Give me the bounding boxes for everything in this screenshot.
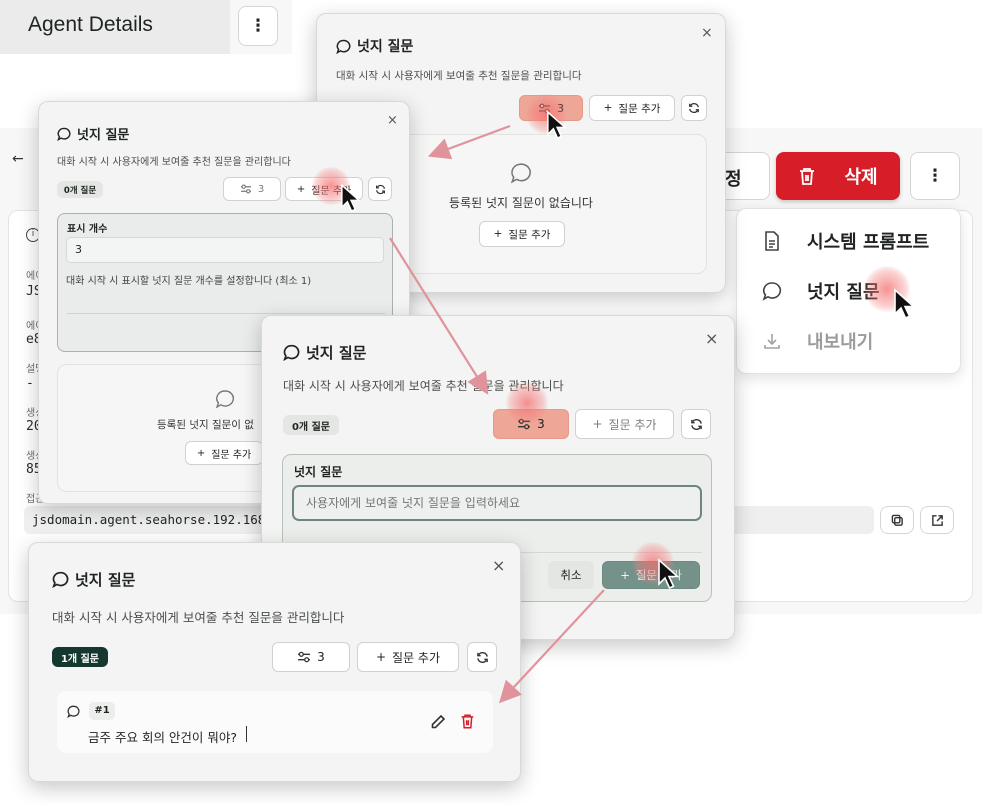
menu-item-nudge-questions[interactable]: 넛지 질문 (737, 266, 962, 316)
back-arrow-icon[interactable]: ← (12, 151, 24, 167)
empty-add-question-button[interactable]: + 질문 추가 (479, 221, 565, 247)
sliders-icon (240, 184, 251, 194)
header-bar: Agent Details ⋮ (0, 0, 292, 54)
close-icon[interactable]: × (705, 329, 718, 348)
open-external-button[interactable] (920, 506, 954, 534)
display-count-button[interactable]: 3 (223, 177, 281, 201)
plus-icon: + (592, 417, 603, 431)
setting-help-text: 대화 시작 시 표시할 넛지 질문 개수를 설정합니다 (최소 1) (66, 276, 312, 287)
more-vertical-icon: ⋮ (249, 16, 267, 36)
menu-item-label: 내보내기 (807, 332, 874, 353)
modal-description: 대화 시작 시 사용자에게 보여줄 추천 질문을 관리합니다 (336, 70, 582, 82)
refresh-icon (476, 651, 488, 663)
plus-icon: + (603, 102, 613, 114)
plus-icon: + (296, 183, 306, 195)
more-options-menu: 시스템 프롬프트 넛지 질문 내보내기 (736, 208, 961, 374)
add-question-button[interactable]: + 질문 추가 (357, 642, 459, 672)
modal-description: 대화 시작 시 사용자에게 보여줄 추천 질문을 관리합니다 (57, 157, 291, 168)
more-options-button[interactable]: ⋮ (910, 152, 960, 200)
add-question-button[interactable]: + 질문 추가 (575, 409, 674, 439)
refresh-button[interactable] (681, 409, 711, 439)
chat-bubble-icon (336, 39, 351, 54)
add-question-button[interactable]: + 질문 추가 (285, 177, 363, 201)
text-cursor (246, 726, 247, 742)
close-icon[interactable]: × (701, 25, 713, 41)
close-icon[interactable]: × (492, 556, 505, 575)
copy-button[interactable] (880, 506, 914, 534)
refresh-button[interactable] (681, 95, 707, 121)
edit-pencil-icon[interactable] (430, 714, 446, 730)
refresh-button[interactable] (467, 642, 497, 672)
close-icon[interactable]: × (387, 113, 398, 128)
document-icon (737, 231, 807, 251)
nudge-question-input[interactable] (292, 485, 702, 521)
setting-label: 표시 개수 (67, 224, 108, 235)
sliders-icon (298, 651, 311, 663)
divider (67, 313, 385, 314)
add-question-button[interactable]: + 질문 추가 (589, 95, 675, 121)
menu-item-system-prompt[interactable]: 시스템 프롬프트 (737, 216, 962, 266)
header-more-button[interactable]: ⋮ (238, 6, 278, 46)
delete-button[interactable]: 삭제 (776, 152, 900, 200)
sliders-icon (518, 418, 531, 430)
modal-title: 넛지 질문 (336, 36, 413, 56)
submit-question-button[interactable]: + 질문 추가 (602, 561, 700, 589)
nudge-modal-with-question: 넛지 질문 × 대화 시작 시 사용자에게 보여줄 추천 질문을 관리합니다 1… (28, 542, 521, 782)
modal-title: 넛지 질문 (52, 569, 135, 590)
modal-description: 대화 시작 시 사용자에게 보여줄 추천 질문을 관리합니다 (52, 610, 345, 625)
plus-icon: + (493, 228, 503, 240)
question-count-badge: 0개 질문 (283, 415, 339, 435)
menu-item-export[interactable]: 내보내기 (737, 316, 962, 366)
copy-icon (891, 514, 903, 526)
refresh-icon (690, 418, 702, 430)
chat-bubble-icon (215, 390, 234, 409)
sliders-icon (539, 103, 550, 113)
empty-add-question-button[interactable]: + 질문 추가 (185, 441, 263, 465)
form-label: 넛지 질문 (294, 465, 343, 479)
chat-bubble-icon (67, 705, 80, 718)
more-vertical-icon: ⋮ (926, 166, 944, 186)
external-link-icon (931, 514, 943, 526)
chat-bubble-icon (737, 281, 807, 301)
menu-item-label: 넛지 질문 (807, 282, 880, 303)
display-count-button[interactable]: 3 (272, 642, 350, 672)
question-count-badge: 0개 질문 (57, 181, 103, 198)
question-text: 금주 주요 회의 안건이 뭐야? (88, 730, 238, 745)
modal-title: 넛지 질문 (283, 342, 366, 363)
chat-bubble-icon (57, 127, 71, 141)
plus-icon: + (620, 568, 630, 582)
modal-title: 넛지 질문 (57, 124, 129, 143)
empty-state-text: 등록된 넛지 질문이 없 (157, 419, 254, 431)
download-icon (737, 332, 807, 350)
question-index-badge: #1 (89, 702, 115, 720)
refresh-icon (689, 103, 699, 113)
refresh-button[interactable] (368, 177, 392, 201)
chat-bubble-icon (52, 571, 69, 588)
display-count-input[interactable]: 3 (66, 237, 384, 263)
display-count-button[interactable]: 3 (493, 409, 569, 439)
chat-bubble-icon (510, 163, 531, 184)
delete-label: 삭제 (844, 167, 878, 188)
display-count-button[interactable]: 3 (519, 95, 583, 121)
page-title: Agent Details (0, 0, 230, 54)
cancel-button[interactable]: 취소 (548, 561, 594, 589)
modal-description: 대화 시작 시 사용자에게 보여줄 추천 질문을 관리합니다 (283, 379, 564, 393)
trash-icon (800, 167, 815, 185)
chat-bubble-icon (283, 344, 300, 361)
info-value: - (26, 376, 34, 391)
menu-item-label: 시스템 프롬프트 (807, 232, 930, 253)
refresh-icon (375, 184, 385, 194)
delete-trash-icon[interactable] (460, 713, 475, 730)
question-count-badge: 1개 질문 (52, 647, 108, 667)
plus-icon: + (375, 650, 387, 664)
plus-icon: + (196, 447, 206, 459)
